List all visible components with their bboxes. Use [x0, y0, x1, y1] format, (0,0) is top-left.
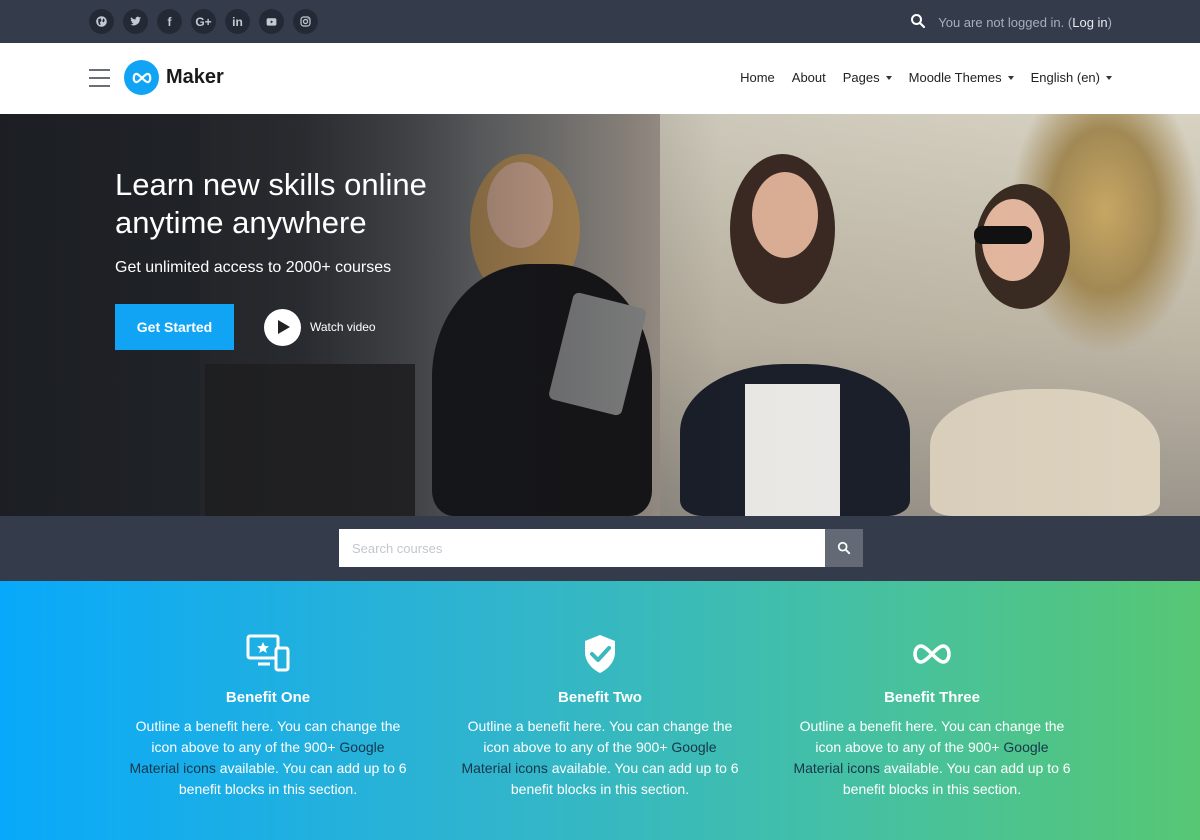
benefit-title: Benefit Two	[558, 689, 642, 706]
login-link[interactable]: Log in	[1072, 15, 1107, 30]
hero-subtitle: Get unlimited access to 2000+ courses	[115, 259, 392, 276]
google-plus-label: G+	[195, 14, 212, 29]
devices-star-icon	[128, 634, 408, 674]
benefit-block: Benefit Three Outline a benefit here. Yo…	[792, 581, 1072, 800]
get-started-button[interactable]: Get Started	[115, 304, 234, 350]
search-icon	[837, 541, 851, 555]
social-links: f G+ in	[89, 9, 318, 34]
nav-menu: Home About Pages Moodle Themes English (…	[740, 70, 1112, 85]
nav-item-label: Home	[740, 70, 775, 85]
linkedin-label: in	[232, 14, 243, 29]
login-text: You are not logged in.	[938, 15, 1065, 30]
infinity-icon	[792, 634, 1072, 674]
infinity-logo-icon	[124, 60, 159, 95]
login-status: You are not logged in. (Log in)	[938, 15, 1112, 30]
hero-actions: Get Started Watch video	[115, 304, 475, 350]
benefit-text: Outline a benefit here. You can change t…	[128, 716, 408, 800]
nav-item-moodle-themes[interactable]: Moodle Themes	[909, 70, 1014, 85]
benefit-title: Benefit One	[225, 689, 311, 706]
watch-video-label: Watch video	[310, 320, 376, 334]
benefit-text: Outline a benefit here. You can change t…	[460, 716, 740, 800]
nav-item-about[interactable]: About	[792, 70, 826, 85]
globe-icon[interactable]	[89, 9, 114, 34]
login-area: You are not logged in. (Log in)	[910, 13, 1112, 32]
watch-video-link[interactable]: Watch video	[264, 308, 376, 346]
nav-item-pages[interactable]: Pages	[843, 70, 892, 85]
nav-item-label: About	[791, 70, 826, 85]
hero-title: Learn new skills online anytime anywhere	[115, 167, 427, 240]
instagram-icon[interactable]	[293, 9, 318, 34]
course-search-band	[0, 516, 1200, 581]
nav-item-label: Moodle Themes	[908, 70, 1002, 85]
linkedin-icon[interactable]: in	[225, 9, 250, 34]
login-paren-close: )	[1107, 15, 1112, 30]
brand-name: Maker	[166, 66, 224, 88]
play-icon[interactable]	[264, 308, 301, 346]
benefit-title: Benefit Three	[884, 689, 980, 706]
search-icon[interactable]	[910, 13, 926, 32]
hamburger-menu-icon[interactable]	[89, 69, 110, 87]
youtube-icon[interactable]	[259, 9, 284, 34]
google-plus-icon[interactable]: G+	[191, 9, 216, 34]
top-bar: f G+ in You are not logged in. (Log in)	[0, 0, 1200, 43]
facebook-icon[interactable]: f	[157, 9, 182, 34]
nav-item-home[interactable]: Home	[740, 70, 775, 85]
nav-item-label: English (en)	[1030, 70, 1100, 85]
chevron-down-icon	[885, 75, 892, 80]
main-navbar: Maker Home About Pages Moodle Themes Eng…	[0, 43, 1200, 114]
nav-item-language[interactable]: English (en)	[1031, 70, 1112, 85]
brand-logo[interactable]: Maker	[124, 60, 224, 95]
benefits-section: Benefit One Outline a benefit here. You …	[0, 581, 1200, 840]
chevron-down-icon	[1106, 75, 1112, 80]
facebook-label: f	[167, 14, 172, 29]
search-button[interactable]	[825, 529, 863, 567]
twitter-icon[interactable]	[123, 9, 148, 34]
benefit-block: Benefit Two Outline a benefit here. You …	[460, 581, 740, 800]
hero-content: Learn new skills online anytime anywhere…	[115, 166, 475, 350]
hero-banner: Learn new skills online anytime anywhere…	[0, 114, 1200, 516]
chevron-down-icon	[1007, 75, 1014, 80]
benefit-block: Benefit One Outline a benefit here. You …	[128, 581, 408, 800]
nav-item-label: Pages	[842, 70, 880, 85]
benefit-text: Outline a benefit here. You can change t…	[792, 716, 1072, 800]
course-search-input[interactable]	[339, 529, 825, 567]
shield-check-icon	[460, 634, 740, 674]
